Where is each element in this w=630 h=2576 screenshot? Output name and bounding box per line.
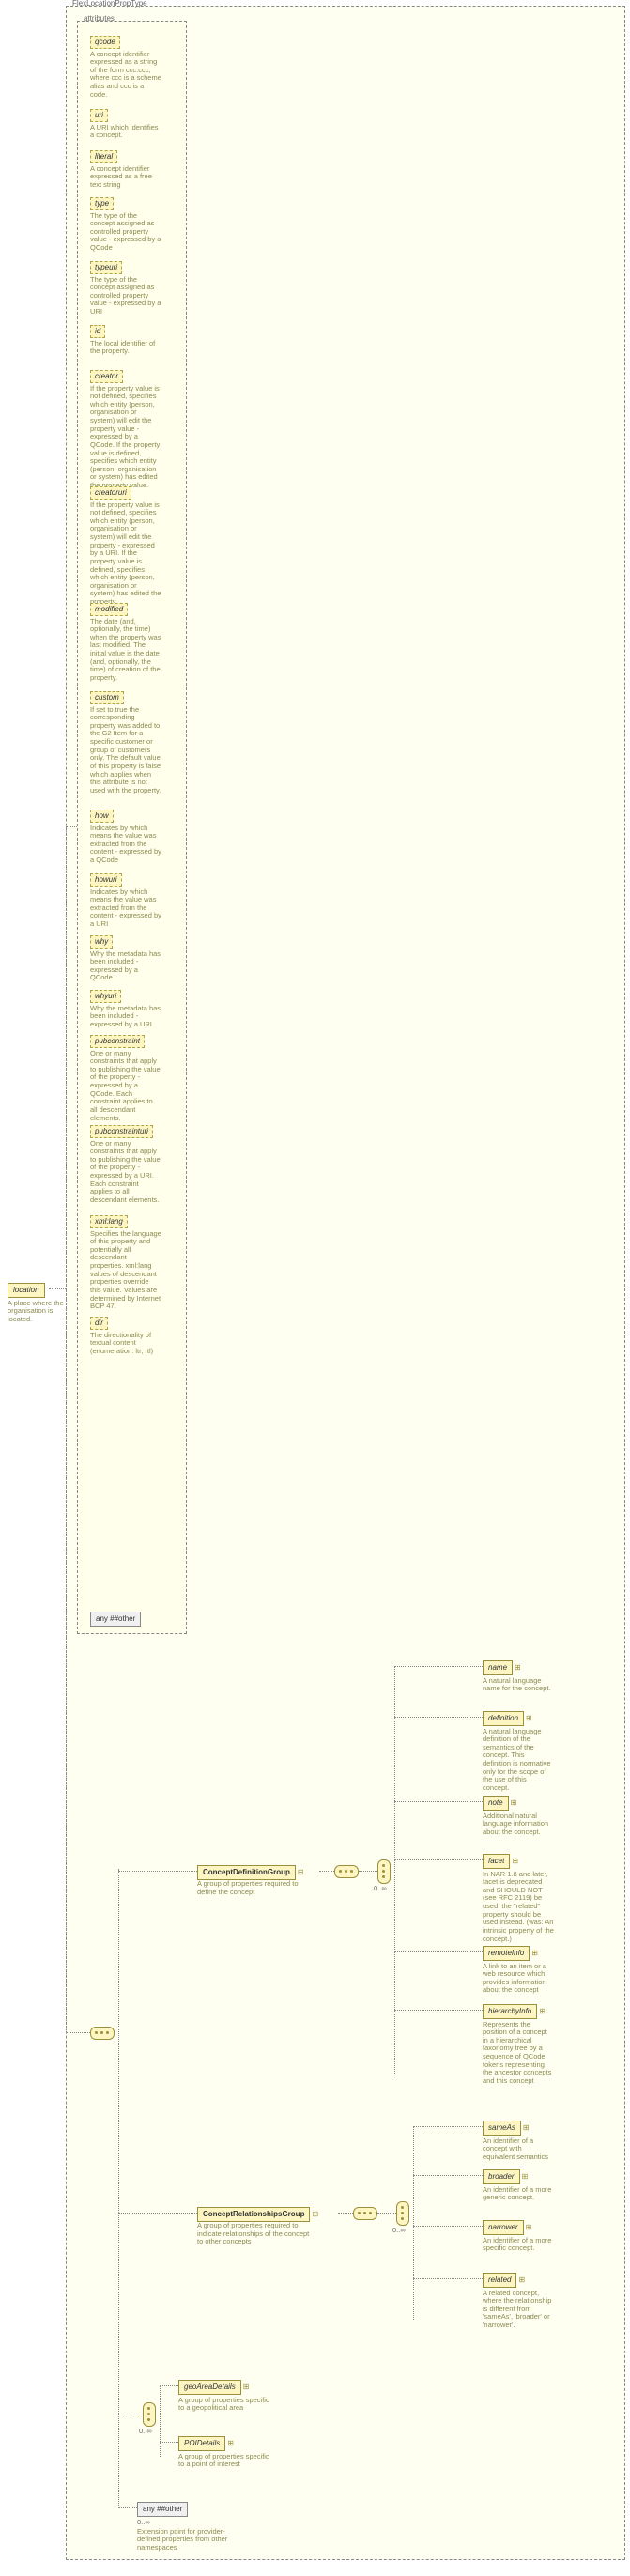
- connector: [118, 2213, 197, 2214]
- connector: [118, 1871, 197, 1872]
- element-sameas: sameAs⊞An identifier of a concept with e…: [483, 2121, 554, 2161]
- connector: [66, 2032, 90, 2033]
- connector: [413, 2175, 483, 2176]
- attr-pubconstraint: pubconstraintOne or many constraints tha…: [90, 1035, 161, 1122]
- connector: [377, 2213, 396, 2214]
- connector: [160, 2385, 161, 2457]
- element-narrower: narrower⊞An identifier of a more specifi…: [483, 2220, 554, 2253]
- expand-icon: ⊞: [227, 2439, 234, 2448]
- expand-icon: ⊟: [312, 2210, 318, 2219]
- attr-creatoruri: creatoruriIf the property value is not d…: [90, 486, 161, 607]
- root-element-label: location: [8, 1283, 45, 1298]
- expand-icon: ⊞: [531, 1949, 538, 1958]
- connector: [160, 2442, 178, 2443]
- expand-icon: ⊞: [243, 2383, 250, 2392]
- attr-xmllang: xml:langSpecifies the language of this p…: [90, 1215, 161, 1311]
- sequence-icon: [90, 2027, 115, 2040]
- connector: [338, 2213, 353, 2214]
- element-broader: broader⊞An identifier of a more generic …: [483, 2169, 554, 2202]
- group-concept-relationships-desc: A group of properties required to indica…: [197, 2222, 310, 2246]
- expand-icon: ⊞: [522, 2172, 529, 2182]
- expand-icon: ⊞: [515, 1663, 521, 1673]
- attr-uri: uriA URI which identifies a concept.: [90, 109, 161, 140]
- attr-type: typeThe type of the concept assigned as …: [90, 197, 161, 253]
- connector: [394, 1801, 483, 1802]
- attr-id: idThe local identifier of the property.: [90, 325, 161, 356]
- attributes-label: attributes: [84, 14, 115, 23]
- connector: [118, 1869, 119, 2507]
- group-concept-definition-desc: A group of properties required to define…: [197, 1880, 310, 1896]
- connector: [319, 1871, 334, 1872]
- expand-icon: ⊞: [539, 2007, 545, 2016]
- choice-icon: [377, 1859, 391, 1884]
- connector: [66, 826, 77, 827]
- attr-modified: modifiedThe date (and, optionally, the t…: [90, 603, 161, 683]
- attr-typeuri: typeuriThe type of the concept assigned …: [90, 261, 161, 316]
- type-name: FlexLocationPropType: [72, 0, 147, 8]
- connector: [160, 2385, 178, 2386]
- element-note: note⊞Additional natural language informa…: [483, 1796, 554, 1836]
- attr-pubconstrainturi: pubconstrainturiOne or many constraints …: [90, 1125, 161, 1205]
- connector: [394, 1859, 483, 1860]
- group-concept-definition: ConceptDefinitionGroup⊟: [197, 1865, 304, 1880]
- any-element: any ##other0..∞Extension point for provi…: [137, 2502, 231, 2552]
- connector: [359, 1871, 377, 1872]
- connector: [394, 2010, 483, 2011]
- expand-icon: ⊞: [518, 2275, 525, 2285]
- expand-icon: ⊞: [512, 1857, 518, 1866]
- attr-custom: customIf set to true the corresponding p…: [90, 691, 161, 794]
- element-hierarchyinfo: hierarchyInfo⊞Represents the position of…: [483, 2004, 554, 2086]
- expand-icon: ⊞: [511, 1798, 517, 1808]
- occurrence: 0..∞: [392, 2226, 406, 2234]
- connector: [394, 1666, 395, 2075]
- attr-why: whyWhy the metadata has been included - …: [90, 935, 161, 982]
- element-geoareadetails: geoAreaDetails⊞A group of properties spe…: [178, 2380, 272, 2413]
- element-related: related⊞A related concept, where the rel…: [483, 2273, 554, 2330]
- occurrence: 0..∞: [137, 2518, 231, 2526]
- any-attribute: any ##other: [90, 1612, 141, 1627]
- occurrence: 0..∞: [374, 1884, 387, 1892]
- element-name: name⊞A natural language name for the con…: [483, 1660, 554, 1693]
- occurrence: 0..∞: [139, 2427, 152, 2435]
- connector: [413, 2126, 483, 2127]
- connector: [49, 1288, 66, 1289]
- choice-icon: [143, 2402, 156, 2427]
- connector: [413, 2126, 414, 2320]
- root-element-desc: A place where the organisation is locate…: [8, 1300, 64, 1324]
- element-definition: definition⊞A natural language definition…: [483, 1711, 554, 1793]
- attr-whyuri: whyuriWhy the metadata has been included…: [90, 990, 161, 1028]
- connector: [394, 1717, 483, 1718]
- attr-how: howIndicates by which means the value wa…: [90, 810, 161, 865]
- connector: [66, 826, 67, 2032]
- sequence-icon: [353, 2207, 377, 2220]
- expand-icon: ⊞: [526, 2223, 532, 2232]
- group-concept-relationships: ConceptRelationshipsGroup⊟: [197, 2207, 318, 2222]
- element-remoteinfo: remoteInfo⊞A link to an item or a web re…: [483, 1946, 554, 1995]
- expand-icon: ⊞: [523, 2123, 530, 2133]
- attr-qcode: qcodeA concept identifier expressed as a…: [90, 36, 161, 99]
- expand-icon: ⊞: [526, 1714, 532, 1723]
- attr-literal: literalA concept identifier expressed as…: [90, 150, 161, 189]
- connector: [413, 2278, 483, 2279]
- element-poidetails: POIDetails⊞A group of properties specifi…: [178, 2436, 272, 2469]
- connector: [394, 1951, 483, 1952]
- attr-creator: creatorIf the property value is not defi…: [90, 370, 161, 490]
- choice-icon: [396, 2201, 409, 2226]
- connector: [413, 2226, 483, 2227]
- connector: [394, 1666, 483, 1667]
- expand-icon: ⊟: [298, 1868, 304, 1877]
- element-facet: facet⊞In NAR 1.8 and later, facet is dep…: [483, 1854, 554, 1943]
- attr-dir: dirThe directionality of textual content…: [90, 1317, 161, 1355]
- sequence-icon: [334, 1865, 359, 1878]
- attr-howuri: howuriIndicates by which means the value…: [90, 873, 161, 929]
- connector: [118, 2507, 137, 2508]
